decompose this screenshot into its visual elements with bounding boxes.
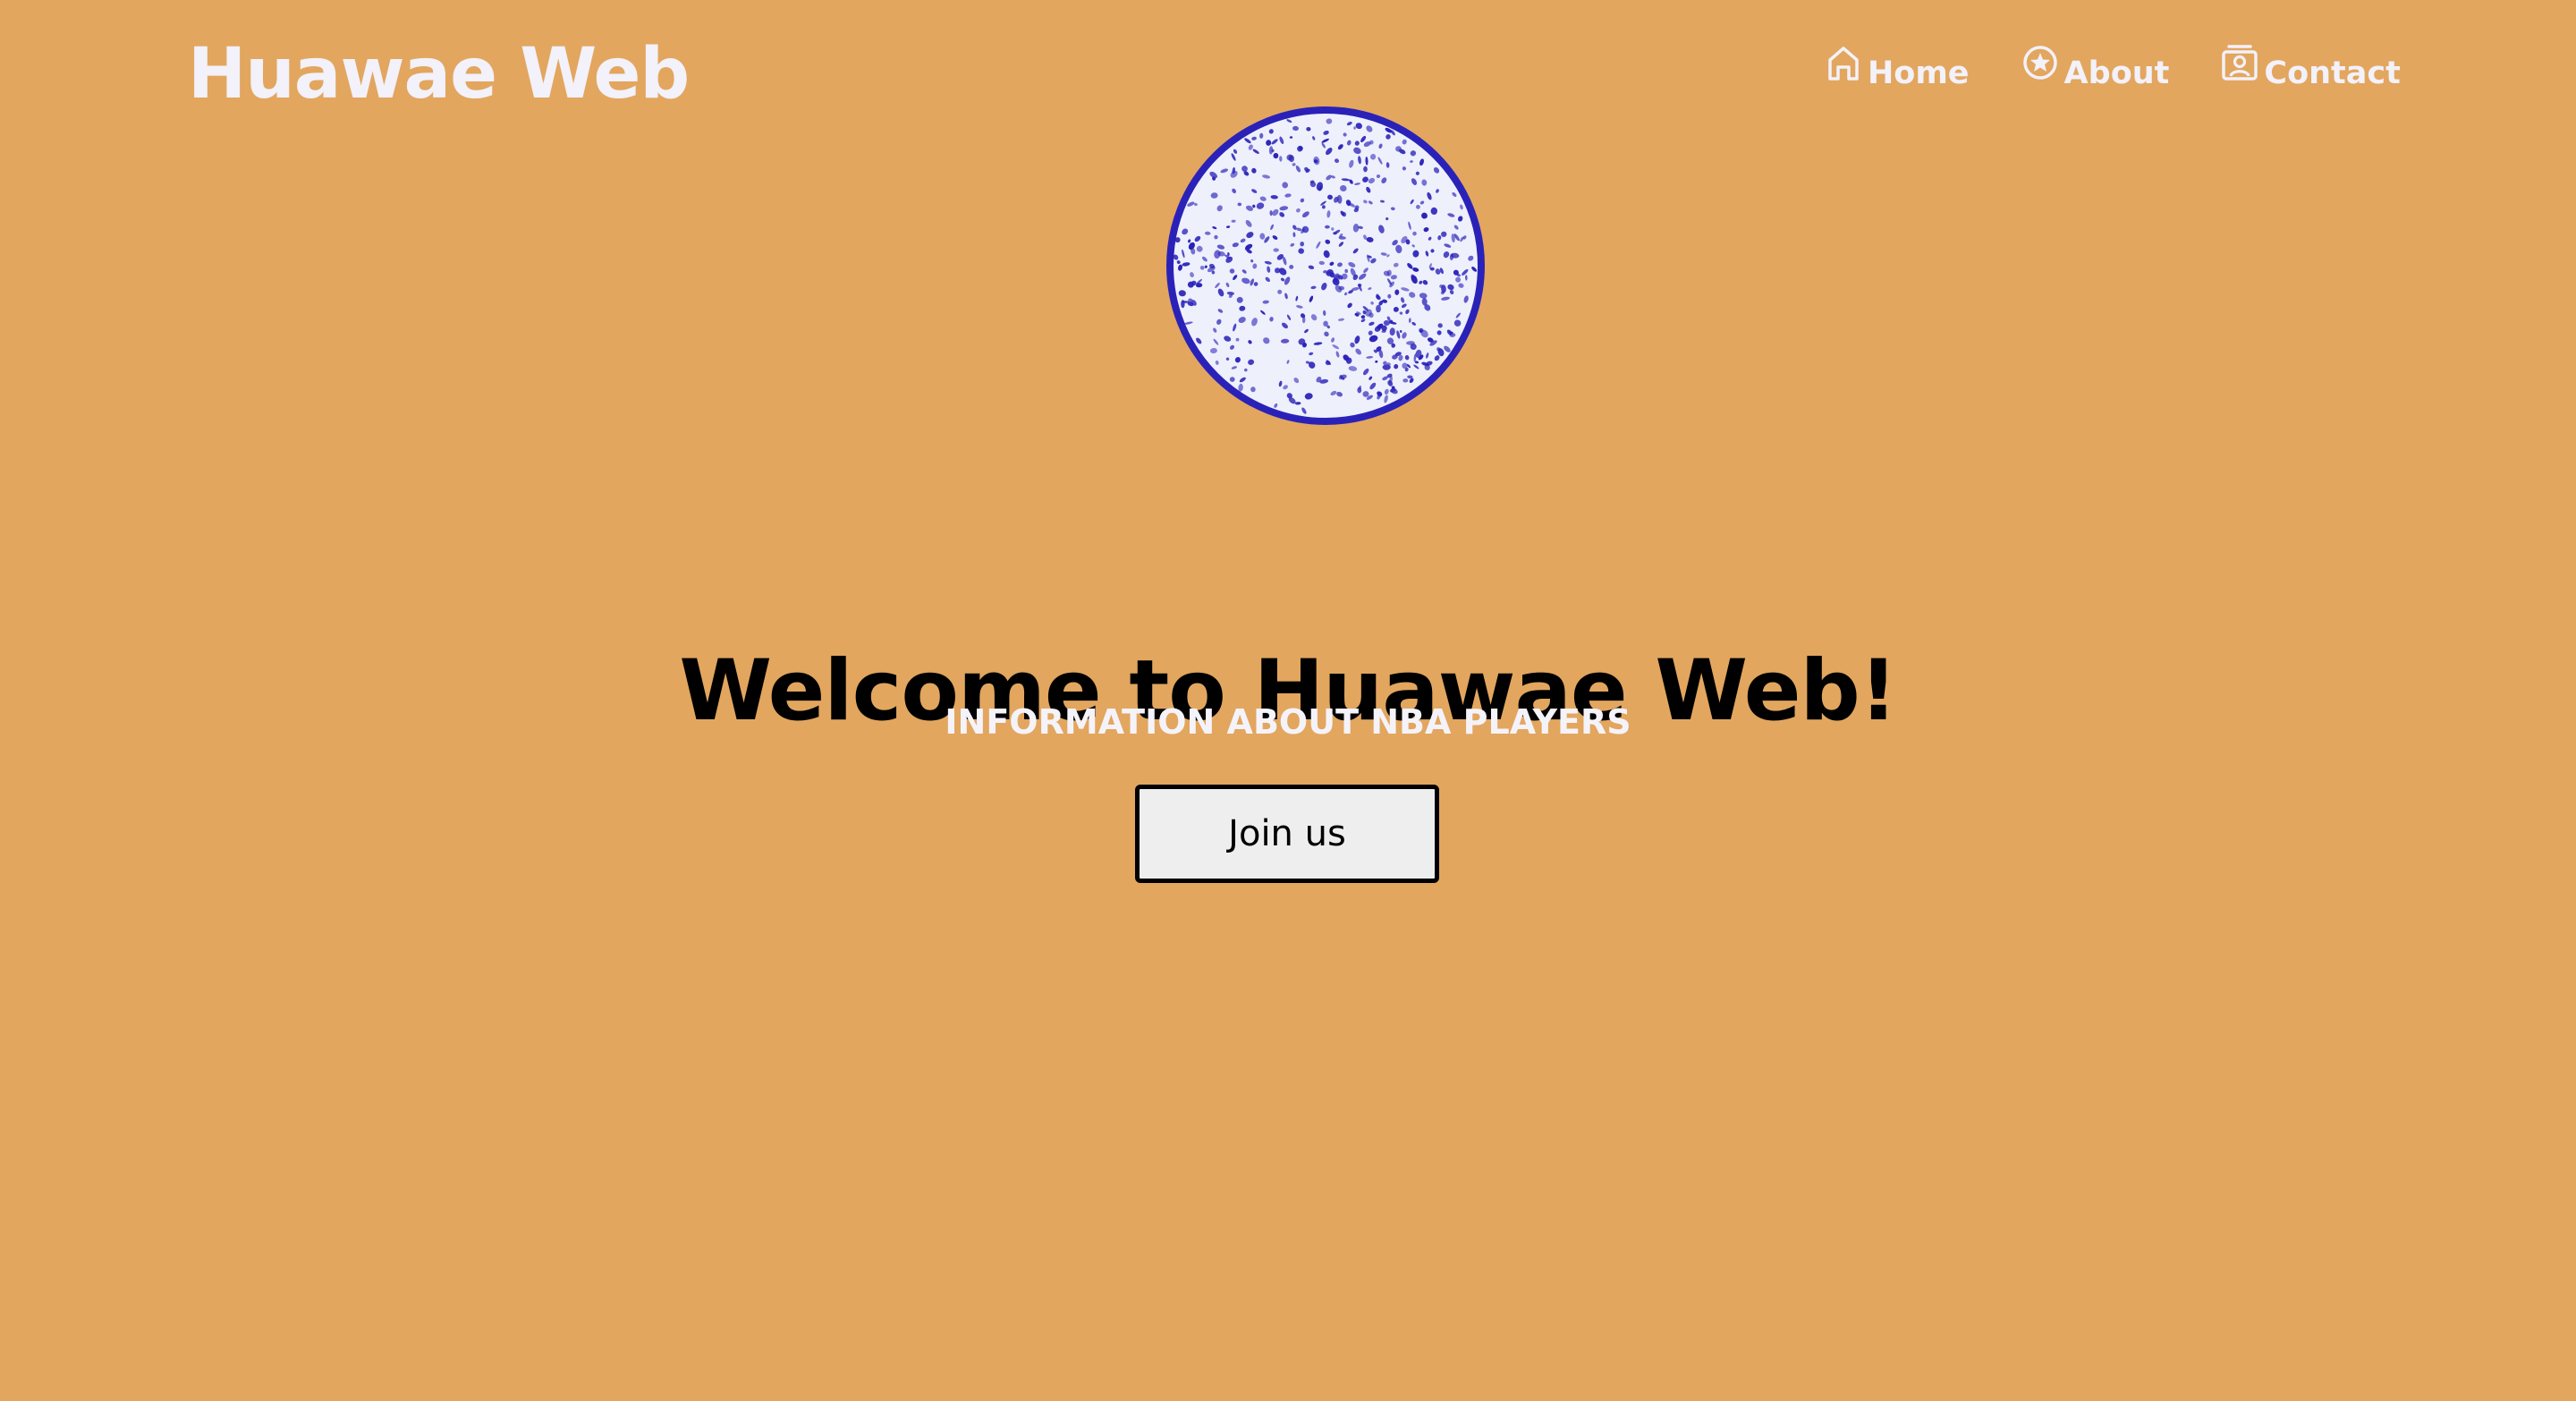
- nav-contact-label: Contact: [2264, 55, 2401, 91]
- main-nav: Home About Contact: [1825, 43, 2401, 106]
- nav-about-link[interactable]: About: [2021, 43, 2170, 91]
- contact-card-icon: [2221, 43, 2258, 84]
- basketball-logo-image: [1166, 106, 1485, 425]
- nav-home-label: Home: [1868, 55, 1970, 91]
- nav-home-link[interactable]: Home: [1825, 43, 1970, 91]
- nav-contact-link[interactable]: Contact: [2221, 43, 2401, 91]
- site-brand[interactable]: Huawae Web: [188, 25, 690, 123]
- join-us-button[interactable]: Join us: [1135, 785, 1439, 883]
- basketball-logo: [1163, 103, 1488, 429]
- page: Huawae Web Home About Contact Welcome to…: [0, 0, 2576, 1401]
- home-icon: [1825, 43, 1862, 84]
- hero-subtitle: INFORMATION ABOUT NBA PLAYERS: [945, 702, 1631, 742]
- star-circle-icon: [2021, 43, 2059, 84]
- nav-about-label: About: [2063, 55, 2170, 91]
